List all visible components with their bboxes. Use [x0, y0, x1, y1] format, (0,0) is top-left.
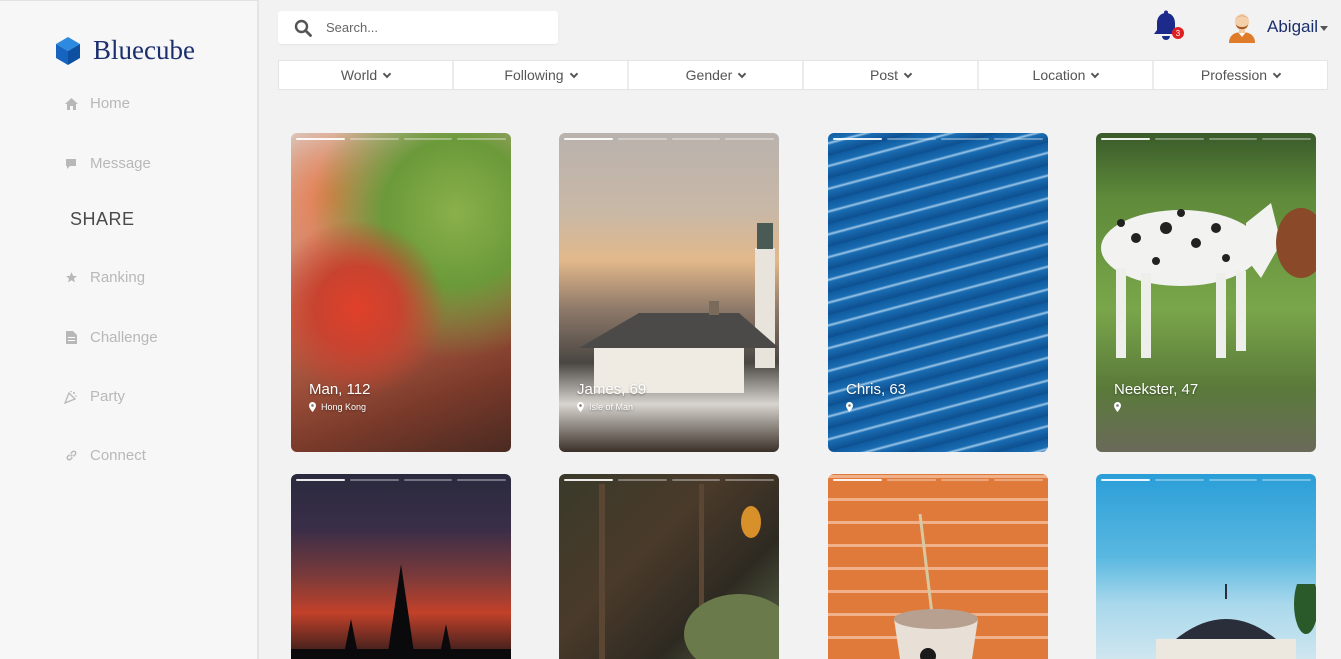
search-icon	[294, 19, 312, 37]
chevron-down-icon	[569, 69, 578, 78]
card-name: Neekster, 47	[1114, 381, 1199, 398]
chevron-down-icon	[1320, 26, 1329, 31]
profile-card[interactable]	[559, 474, 779, 659]
search-input[interactable]	[326, 20, 526, 35]
message-icon	[64, 157, 78, 171]
location-pin-icon	[846, 402, 853, 412]
card-location-text: Isle of Man	[589, 402, 634, 412]
story-progress	[296, 479, 506, 481]
profile-card[interactable]: Chris, 63	[828, 133, 1048, 452]
profile-card[interactable]: Man, 112 Hong Kong	[291, 133, 511, 452]
filter-label: World	[340, 67, 378, 83]
story-progress	[296, 138, 506, 140]
cube-logo-icon	[56, 36, 80, 65]
home-icon	[64, 97, 78, 111]
temple-image	[291, 564, 511, 659]
sidebar: Bluecube Home Message SHARE Ranking Chal…	[0, 0, 259, 659]
filter-label: Location	[1032, 67, 1086, 83]
card-location: Isle of Man	[577, 402, 633, 412]
palace-image	[1156, 584, 1316, 659]
document-icon	[64, 331, 78, 345]
lantern-image	[599, 484, 779, 659]
card-name: James, 69	[577, 381, 647, 398]
sidebar-item-home[interactable]: Home	[64, 95, 130, 112]
logo[interactable]: Bluecube	[55, 35, 195, 66]
location-pin-icon	[1114, 402, 1121, 412]
sidebar-item-label: Message	[90, 155, 151, 172]
notification-button[interactable]: 3	[1152, 10, 1184, 42]
sidebar-item-label: Ranking	[90, 269, 146, 286]
filter-profession[interactable]: Profession	[1154, 61, 1327, 89]
sidebar-item-ranking[interactable]: Ranking	[64, 269, 145, 286]
chevron-down-icon	[1091, 69, 1100, 78]
card-name: Man, 112	[309, 381, 371, 398]
location-pin-icon	[577, 402, 584, 412]
chevron-down-icon	[738, 69, 747, 78]
filter-label: Following	[504, 67, 564, 83]
card-name: Chris, 63	[846, 381, 907, 398]
party-icon	[64, 390, 78, 404]
profile-card[interactable]	[1096, 474, 1316, 659]
sidebar-item-label: Home	[90, 95, 131, 112]
story-progress	[1101, 479, 1311, 481]
chevron-down-icon	[1272, 69, 1282, 78]
location-pin-icon	[309, 402, 316, 412]
chevron-down-icon	[903, 69, 913, 78]
story-progress	[1101, 138, 1311, 140]
sidebar-item-party[interactable]: Party	[64, 388, 125, 405]
link-icon	[64, 449, 78, 463]
share-heading: SHARE	[70, 209, 135, 229]
profile-card[interactable]: James, 69 Isle of Man	[559, 133, 779, 452]
sidebar-item-challenge[interactable]: Challenge	[64, 329, 158, 346]
app-name: Bluecube	[93, 35, 195, 65]
filter-label: Post	[869, 67, 898, 83]
filter-post[interactable]: Post	[804, 61, 979, 89]
filter-bar: World Following Gender Post Location Pro…	[278, 60, 1328, 90]
story-progress	[564, 479, 774, 481]
filter-label: Gender	[685, 67, 733, 83]
star-icon	[64, 271, 78, 285]
story-progress	[833, 138, 1043, 140]
sidebar-item-connect[interactable]: Connect	[64, 447, 146, 464]
filter-location[interactable]: Location	[979, 61, 1154, 89]
story-progress	[833, 479, 1043, 481]
profile-card[interactable]: Neekster, 47	[1096, 133, 1316, 452]
card-location	[846, 402, 858, 412]
filter-gender[interactable]: Gender	[629, 61, 804, 89]
filter-label: Profession	[1200, 67, 1268, 83]
horse-image	[1101, 203, 1316, 358]
card-location: Hong Kong	[309, 402, 366, 412]
sidebar-item-label: Party	[90, 388, 126, 405]
story-progress	[564, 138, 774, 140]
coffee-image	[894, 513, 978, 659]
profile-card[interactable]	[828, 474, 1048, 659]
notification-badge: 3	[1172, 27, 1184, 39]
filter-world[interactable]: World	[279, 61, 454, 89]
card-location-text: Hong Kong	[321, 402, 367, 412]
user-menu[interactable]: Abigail	[1227, 11, 1329, 43]
sidebar-item-message[interactable]: Message	[64, 155, 151, 172]
avatar	[1229, 14, 1255, 43]
filter-following[interactable]: Following	[454, 61, 629, 89]
chevron-down-icon	[382, 69, 392, 78]
profile-card[interactable]	[291, 474, 511, 659]
user-name: Abigail	[1267, 17, 1319, 36]
search-box	[278, 11, 558, 44]
card-location	[1114, 402, 1126, 412]
sidebar-item-label: Challenge	[90, 329, 158, 346]
sidebar-item-label: Connect	[90, 447, 146, 464]
